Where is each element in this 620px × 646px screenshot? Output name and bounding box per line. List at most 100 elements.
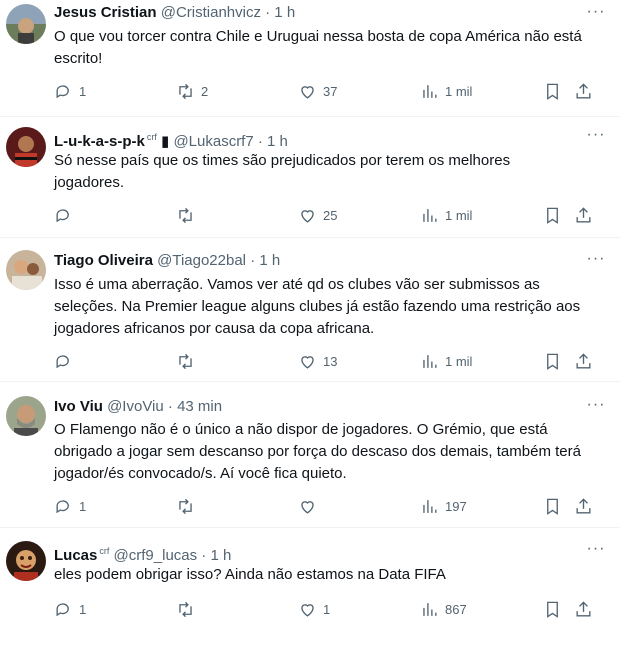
user-name[interactable]: Ivo Viu xyxy=(54,398,103,415)
share-icon xyxy=(576,600,591,617)
avatar[interactable] xyxy=(6,541,46,581)
retweet-button[interactable] xyxy=(176,350,201,372)
user-handle[interactable]: @Lukascrf7 xyxy=(173,133,253,150)
reply-icon xyxy=(56,208,69,222)
user-badge: crf xyxy=(146,132,157,142)
tweet-header: Jesus Cristian @Cristianhvicz · 1 h xyxy=(54,3,295,23)
bookmark-button[interactable] xyxy=(543,80,562,102)
share-button[interactable] xyxy=(574,350,593,372)
views-button[interactable]: 1 mil xyxy=(420,204,472,226)
user-handle[interactable]: @IvoViu xyxy=(107,398,164,415)
like-count: 1 xyxy=(323,601,331,617)
share-icon xyxy=(576,206,591,223)
heart-icon xyxy=(301,500,314,514)
share-button[interactable] xyxy=(574,204,593,226)
heart-icon xyxy=(301,209,314,223)
reply-icon xyxy=(56,84,69,98)
share-icon xyxy=(576,82,591,99)
reply-button[interactable]: 1 xyxy=(54,495,86,517)
user-handle[interactable]: @Tiago22bal xyxy=(157,252,246,269)
user-handle[interactable]: @Cristianhvicz xyxy=(161,4,261,21)
like-button[interactable]: 13 xyxy=(298,350,337,372)
tweet[interactable]: Ivo Viu @IvoViu · 43 min ··· O Flamengo … xyxy=(0,382,620,528)
bookmark-icon xyxy=(547,353,558,370)
like-button[interactable]: 25 xyxy=(298,204,337,226)
bookmark-icon xyxy=(547,207,558,224)
tweet-actions: 1 2 37 1 mil xyxy=(54,80,604,102)
tweet-text: eles podem obrigar isso? Ainda não estam… xyxy=(54,566,446,583)
views-icon xyxy=(423,499,437,513)
share-button[interactable] xyxy=(574,598,593,620)
share-icon xyxy=(576,352,591,369)
views-icon xyxy=(423,354,437,368)
reply-button[interactable]: 1 xyxy=(54,80,86,102)
views-button[interactable]: 1 mil xyxy=(420,80,472,102)
tweet-actions: 13 1 mil xyxy=(54,350,604,372)
share-button[interactable] xyxy=(574,495,593,517)
avatar[interactable] xyxy=(6,4,46,44)
bookmark-button[interactable] xyxy=(543,350,562,372)
like-count: 37 xyxy=(323,83,338,99)
avatar[interactable] xyxy=(6,250,46,290)
like-button[interactable]: 37 xyxy=(298,80,337,102)
tweet[interactable]: Jesus Cristian @Cristianhvicz · 1 h ··· … xyxy=(0,0,620,117)
like-button[interactable] xyxy=(298,495,323,517)
views-button[interactable]: 197 xyxy=(420,495,467,517)
more-icon[interactable]: ··· xyxy=(586,397,606,419)
timestamp[interactable]: · 1 h xyxy=(265,4,295,21)
user-badge: crf xyxy=(99,546,110,556)
retweet-button[interactable]: 2 xyxy=(176,80,208,102)
share-button[interactable] xyxy=(574,80,593,102)
views-count: 197 xyxy=(445,498,467,514)
user-name[interactable]: Jesus Cristian xyxy=(54,4,157,21)
bookmark-icon xyxy=(547,601,558,618)
views-count: 1 mil xyxy=(445,207,473,223)
user-name[interactable]: Tiago Oliveira xyxy=(54,252,153,269)
more-icon[interactable]: ··· xyxy=(586,4,606,26)
bookmark-button[interactable] xyxy=(543,204,562,226)
more-icon[interactable]: ··· xyxy=(586,541,606,563)
views-icon xyxy=(423,208,437,222)
more-icon[interactable]: ··· xyxy=(586,251,606,273)
timestamp[interactable]: · 1 h xyxy=(258,133,288,150)
user-name[interactable]: Lucas xyxy=(54,547,97,564)
views-count: 1 mil xyxy=(445,353,473,369)
retweet-icon xyxy=(179,207,192,223)
tweet-actions: 1 1 867 xyxy=(54,598,604,620)
bookmark-button[interactable] xyxy=(543,598,562,620)
tweet-header: Ivo Viu @IvoViu · 43 min xyxy=(54,397,222,417)
reply-button[interactable] xyxy=(54,204,79,226)
heart-icon xyxy=(301,603,314,617)
user-handle[interactable]: @crf9_lucas xyxy=(114,547,198,564)
reply-button[interactable]: 1 xyxy=(54,598,86,620)
retweet-button[interactable] xyxy=(176,495,201,517)
tweet[interactable]: L-u-k-a-s-p-k crf ▮ @Lukascrf7 · 1 h ··· … xyxy=(0,117,620,238)
reply-icon xyxy=(56,499,69,513)
timestamp[interactable]: · 1 h xyxy=(201,547,231,564)
retweet-icon xyxy=(179,83,192,99)
timestamp[interactable]: · 43 min xyxy=(168,398,222,415)
retweet-icon xyxy=(179,353,192,369)
next-tweet-edge xyxy=(0,638,620,646)
reply-button[interactable] xyxy=(54,350,79,372)
reply-count: 1 xyxy=(79,601,87,617)
heart-icon xyxy=(301,85,314,99)
bookmark-button[interactable] xyxy=(543,495,562,517)
retweet-count: 2 xyxy=(201,83,209,99)
tweet[interactable]: Lucas crf @crf9_lucas · 1 h ··· eles pode… xyxy=(0,528,620,639)
tweet-actions: 1 197 xyxy=(54,495,604,517)
tweet-header: Lucas crf @crf9_lucas · 1 h xyxy=(54,541,231,566)
avatar[interactable] xyxy=(6,127,46,167)
avatar[interactable] xyxy=(6,396,46,436)
user-name[interactable]: L-u-k-a-s-p-k xyxy=(54,133,145,150)
views-button[interactable]: 867 xyxy=(420,598,467,620)
retweet-button[interactable] xyxy=(176,598,201,620)
tweet[interactable]: Tiago Oliveira @Tiago22bal · 1 h ··· Iss… xyxy=(0,238,620,382)
more-icon[interactable]: ··· xyxy=(586,127,606,149)
retweet-icon xyxy=(179,601,192,617)
retweet-button[interactable] xyxy=(176,204,201,226)
views-button[interactable]: 1 mil xyxy=(420,350,472,372)
timestamp[interactable]: · 1 h xyxy=(250,252,280,269)
like-button[interactable]: 1 xyxy=(298,598,330,620)
tweet-actions: 25 1 mil xyxy=(54,204,604,226)
